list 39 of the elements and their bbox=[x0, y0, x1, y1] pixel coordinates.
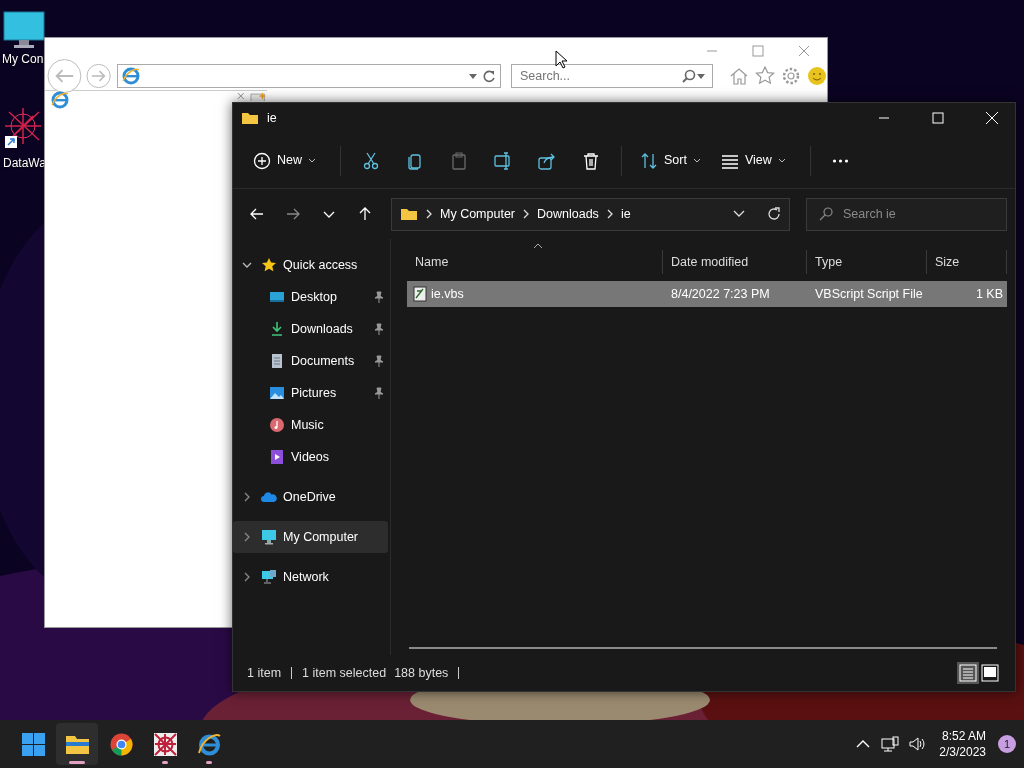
nav-item[interactable]: Downloads bbox=[233, 313, 388, 345]
column-header[interactable]: Size bbox=[927, 250, 1007, 274]
nav-item[interactable]: Pictures bbox=[233, 377, 388, 409]
search-box[interactable]: Search ie bbox=[806, 197, 1007, 231]
address-bar[interactable]: My Computer Downloads ie bbox=[391, 197, 790, 231]
item-count: 1 item bbox=[247, 664, 282, 682]
column-header[interactable]: Type bbox=[807, 250, 927, 274]
window-title: ie bbox=[267, 109, 277, 127]
clock[interactable]: 8:52 AM 2/3/2023 bbox=[939, 728, 986, 760]
search-input[interactable]: Search... bbox=[518, 65, 682, 87]
breadcrumb-item[interactable]: Downloads bbox=[537, 204, 599, 224]
date-cell-text: 8/4/2022 7:23 PM bbox=[670, 285, 771, 303]
clock-date: 2/3/2023 bbox=[939, 744, 986, 760]
search-input[interactable]: Search ie bbox=[843, 204, 983, 224]
file-name: ie.vbs bbox=[431, 285, 464, 303]
nav-item[interactable]: Quick access bbox=[233, 249, 388, 281]
column-header[interactable]: Name bbox=[407, 250, 663, 274]
toolbar-button[interactable]: Sort bbox=[632, 143, 709, 178]
notification-badge[interactable]: 1 bbox=[998, 735, 1016, 753]
nav-item[interactable]: Desktop bbox=[233, 281, 388, 313]
type-cell-text: VBScript Script File bbox=[814, 285, 924, 303]
breadcrumb-item[interactable]: ie bbox=[620, 204, 631, 224]
nav-item[interactable]: My Computer bbox=[233, 521, 388, 553]
nav-item[interactable]: OneDrive bbox=[233, 481, 388, 513]
size-cell-text: 1 KB bbox=[974, 285, 1004, 303]
selection-count: 1 item selected bbox=[302, 664, 387, 682]
nav-item[interactable]: Videos bbox=[233, 441, 388, 473]
column-header[interactable]: Date modified bbox=[663, 250, 807, 274]
selection-size: 188 bytes bbox=[394, 664, 449, 682]
toolbar-button[interactable]: View bbox=[712, 143, 794, 178]
clock-time: 8:52 AM bbox=[940, 728, 986, 744]
nav-item[interactable]: Network bbox=[233, 561, 388, 593]
file-row[interactable]: ie.vbs 8/4/2022 7:23 PM VBScript Script File 1 KB bbox=[407, 281, 1007, 307]
breadcrumb-item[interactable]: My Computer bbox=[440, 204, 516, 224]
icon-label: My Con bbox=[2, 51, 44, 68]
nav-item[interactable]: Music bbox=[233, 409, 388, 441]
toolbar-button[interactable]: New bbox=[245, 143, 324, 178]
nav-item[interactable]: Documents bbox=[233, 345, 388, 377]
search-box[interactable]: Search... bbox=[511, 64, 713, 88]
